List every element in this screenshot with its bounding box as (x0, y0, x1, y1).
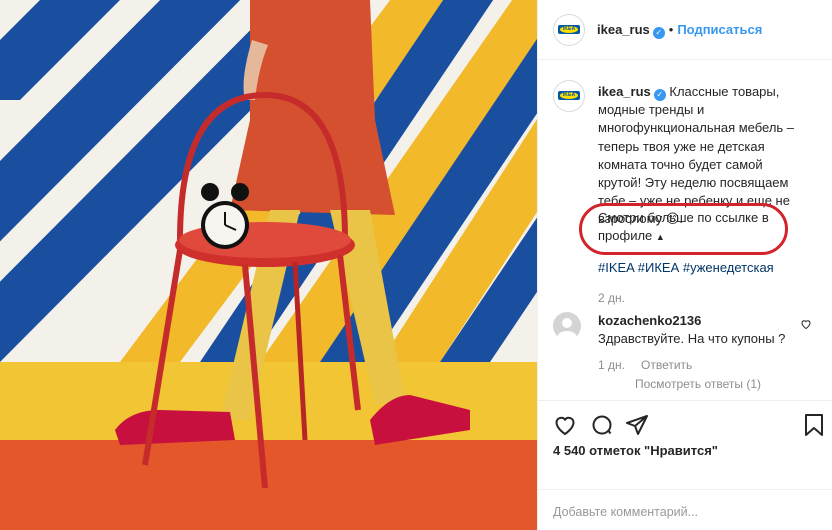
post-time: 2 дн. (598, 291, 625, 305)
post-sidebar: IKEA ikea_rus ✓ • Подписаться IKEA ikea_rus… (537, 0, 832, 530)
hashtags[interactable]: #IKEA #ИКЕА #уженедетская (598, 260, 774, 275)
commenter-avatar[interactable] (553, 312, 581, 340)
highlight-oval (579, 203, 788, 255)
comment-heart-icon[interactable] (800, 318, 812, 330)
follow-button[interactable]: Подписаться (677, 22, 762, 37)
ikea-logo-icon: IKEA (558, 25, 580, 34)
comment-time: 1 дн. (598, 358, 625, 372)
post-photo[interactable] (0, 0, 537, 530)
likes-count[interactable]: 4 540 отметок "Нравится" (553, 443, 718, 458)
verified-icon: ✓ (653, 89, 666, 101)
comment-username[interactable]: kozachenko2136 (598, 313, 701, 328)
header-username[interactable]: ikea_rus (597, 22, 650, 37)
post-header: IKEA ikea_rus ✓ • Подписаться (538, 0, 832, 60)
user-placeholder-icon (557, 318, 577, 340)
avatar[interactable]: IKEA (553, 14, 585, 46)
reply-button[interactable]: Ответить (641, 358, 692, 372)
verified-icon: ✓ (652, 27, 665, 39)
add-comment-bar[interactable]: Добавьте комментарий... (538, 489, 832, 530)
comment-text: Здравствуйте. На что купоны ? (598, 331, 786, 347)
share-icon[interactable] (625, 413, 649, 437)
separator-dot: • (668, 22, 674, 37)
comment-icon[interactable] (590, 413, 614, 437)
view-replies-link[interactable]: Посмотреть ответы (1) (635, 377, 761, 391)
caption-username[interactable]: ikea_rus (598, 84, 651, 99)
comment-input[interactable]: Добавьте комментарий... (553, 505, 698, 519)
bookmark-icon[interactable] (804, 413, 824, 437)
caption-avatar[interactable]: IKEA (553, 80, 585, 112)
ikea-logo-icon: IKEA (558, 91, 580, 100)
comment: kozachenko2136 Здравствуйте. На что купо… (598, 312, 788, 348)
photo-illustration (0, 0, 537, 530)
like-heart-icon[interactable] (553, 413, 577, 437)
